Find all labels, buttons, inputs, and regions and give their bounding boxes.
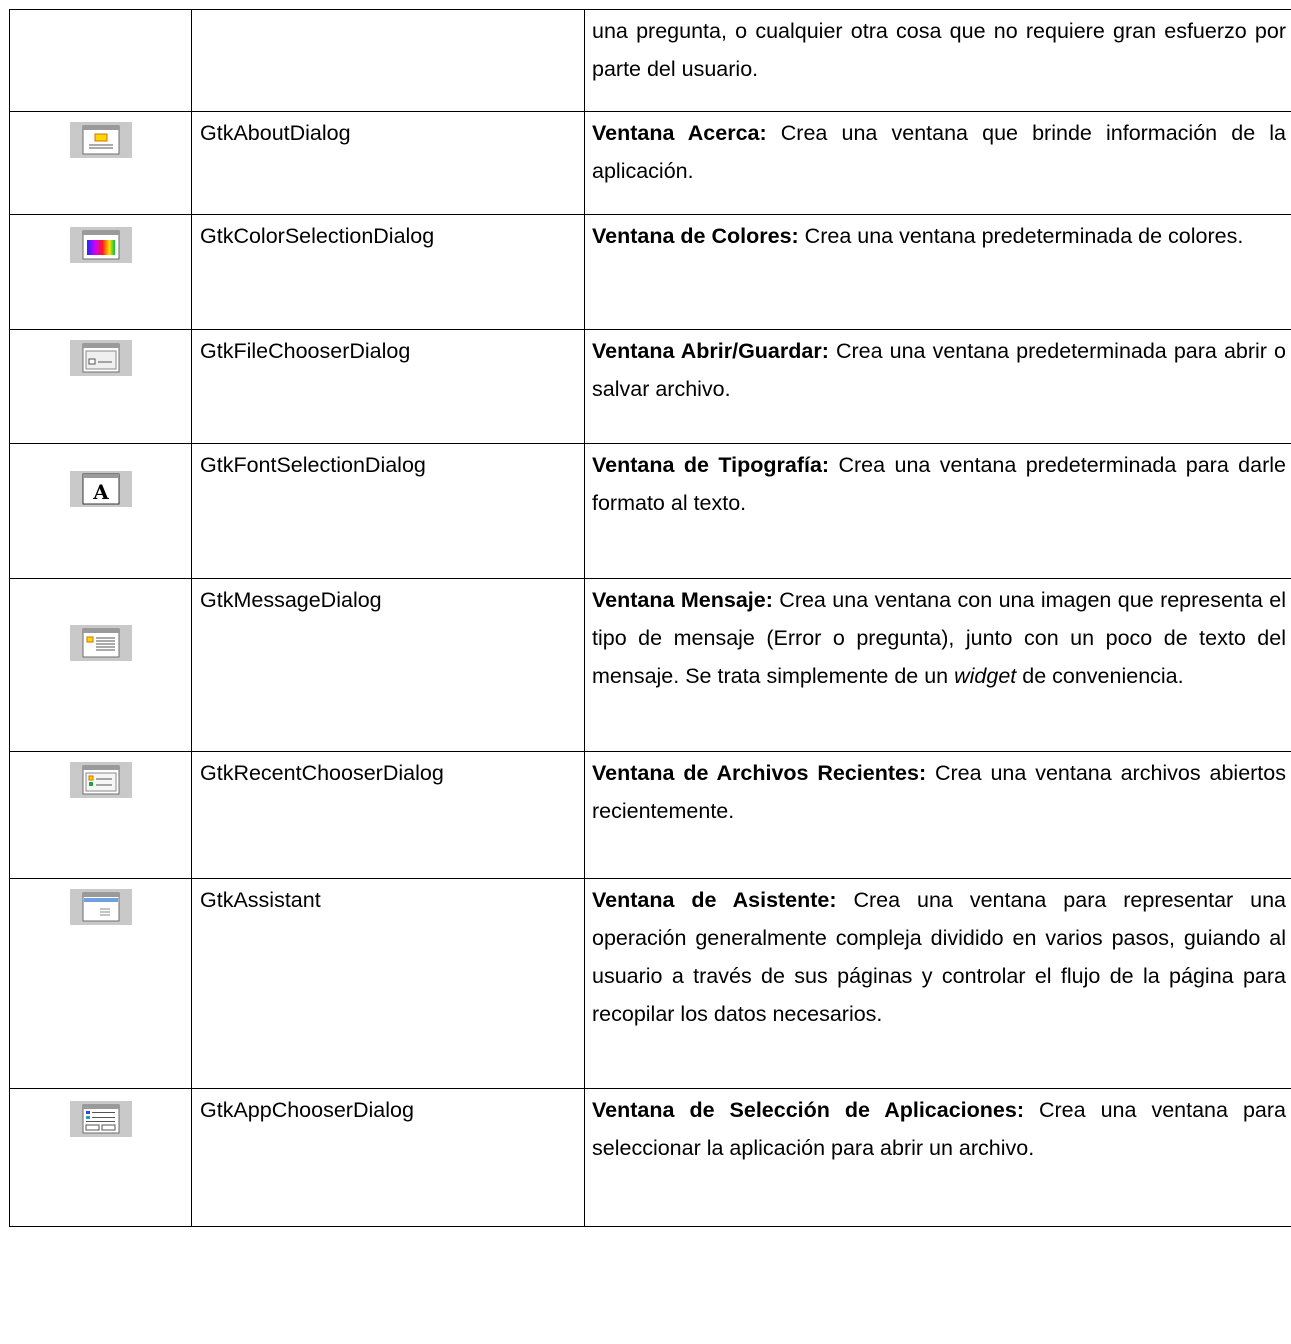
description-cell: una pregunta, o cualquier otra cosa que … (584, 9, 1291, 112)
description-text-after: de conveniencia. (1016, 664, 1184, 688)
widget-name-cell (191, 9, 585, 112)
widget-name-cell: GtkAboutDialog (191, 111, 585, 215)
icon-cell (9, 751, 192, 879)
description-text: Crea una ventana predeterminada de color… (798, 224, 1244, 248)
table-row: GtkRecentChooserDialog Ventana de Archiv… (9, 751, 1291, 879)
widgets-table: una pregunta, o cualquier otra cosa que … (9, 9, 1291, 1227)
table-row: GtkAssistant Ventana de Asistente: Crea … (9, 878, 1291, 1089)
widget-name: GtkFileChooserDialog (200, 339, 411, 363)
description-cell: Ventana de Selección de Aplicaciones: Cr… (584, 1088, 1291, 1227)
description-title: Ventana de Tipografía: (592, 453, 830, 477)
table-row: A GtkFontSelectionDialog Ventana de Tipo… (9, 443, 1291, 579)
description-title: Ventana de Selección de Aplicaciones: (592, 1098, 1024, 1122)
description-cell: Ventana de Colores: Crea una ventana pre… (584, 214, 1291, 330)
file-chooser-dialog-icon (69, 340, 132, 376)
description-title: Ventana Acerca: (592, 121, 767, 145)
description-cell: Ventana de Tipografía: Crea una ventana … (584, 443, 1291, 579)
description-cell: Ventana Mensaje: Crea una ventana con un… (584, 578, 1291, 752)
table-row: GtkColorSelectionDialog Ventana de Color… (9, 214, 1291, 330)
description-title: Ventana Mensaje: (592, 588, 773, 612)
table-row: GtkAboutDialog Ventana Acerca: Crea una … (9, 111, 1291, 215)
widget-name: GtkFontSelectionDialog (200, 453, 426, 477)
table-row: GtkAppChooserDialog Ventana de Selección… (9, 1088, 1291, 1227)
description-cell: Ventana Abrir/Guardar: Crea una ventana … (584, 329, 1291, 444)
widget-name: GtkColorSelectionDialog (200, 224, 435, 248)
font-selection-dialog-icon: A (69, 471, 132, 507)
icon-cell (9, 9, 192, 112)
app-chooser-dialog-icon (69, 1101, 132, 1137)
widget-name-cell: GtkMessageDialog (191, 578, 585, 752)
icon-cell (9, 1088, 192, 1227)
widget-name-cell: GtkFontSelectionDialog (191, 443, 585, 579)
description-cell: Ventana de Asistente: Crea una ventana p… (584, 878, 1291, 1089)
widget-name: GtkAssistant (200, 888, 321, 912)
table-row: una pregunta, o cualquier otra cosa que … (9, 9, 1291, 112)
widget-name: GtkAboutDialog (200, 121, 351, 145)
color-selection-dialog-icon (69, 227, 132, 263)
recent-chooser-dialog-icon (69, 762, 132, 798)
description-cell: Ventana Acerca: Crea una ventana que bri… (584, 111, 1291, 215)
description-title: Ventana de Asistente: (592, 888, 837, 912)
description-title: Ventana de Colores: (592, 224, 799, 248)
description-title: Ventana Abrir/Guardar: (592, 339, 829, 363)
icon-cell (9, 578, 192, 752)
icon-cell (9, 111, 192, 215)
widget-name: GtkMessageDialog (200, 588, 382, 612)
about-dialog-icon (69, 122, 132, 158)
widget-name-cell: GtkRecentChooserDialog (191, 751, 585, 879)
assistant-icon (69, 889, 132, 925)
icon-cell (9, 878, 192, 1089)
svg-text:A: A (92, 480, 109, 504)
description-text: una pregunta, o cualquier otra cosa que … (592, 19, 1286, 81)
icon-cell (9, 214, 192, 330)
widget-name: GtkRecentChooserDialog (200, 761, 444, 785)
description-cell: Ventana de Archivos Recientes: Crea una … (584, 751, 1291, 879)
icon-cell (9, 329, 192, 444)
widget-name-cell: GtkFileChooserDialog (191, 329, 585, 444)
widget-name: GtkAppChooserDialog (200, 1098, 414, 1122)
widget-name-cell: GtkAssistant (191, 878, 585, 1089)
table-row: GtkMessageDialog Ventana Mensaje: Crea u… (9, 578, 1291, 752)
description-title: Ventana de Archivos Recientes: (592, 761, 927, 785)
widget-name-cell: GtkColorSelectionDialog (191, 214, 585, 330)
description-italic: widget (954, 664, 1017, 688)
message-dialog-icon (69, 625, 132, 661)
icon-cell: A (9, 443, 192, 579)
widget-name-cell: GtkAppChooserDialog (191, 1088, 585, 1227)
table-row: GtkFileChooserDialog Ventana Abrir/Guard… (9, 329, 1291, 444)
